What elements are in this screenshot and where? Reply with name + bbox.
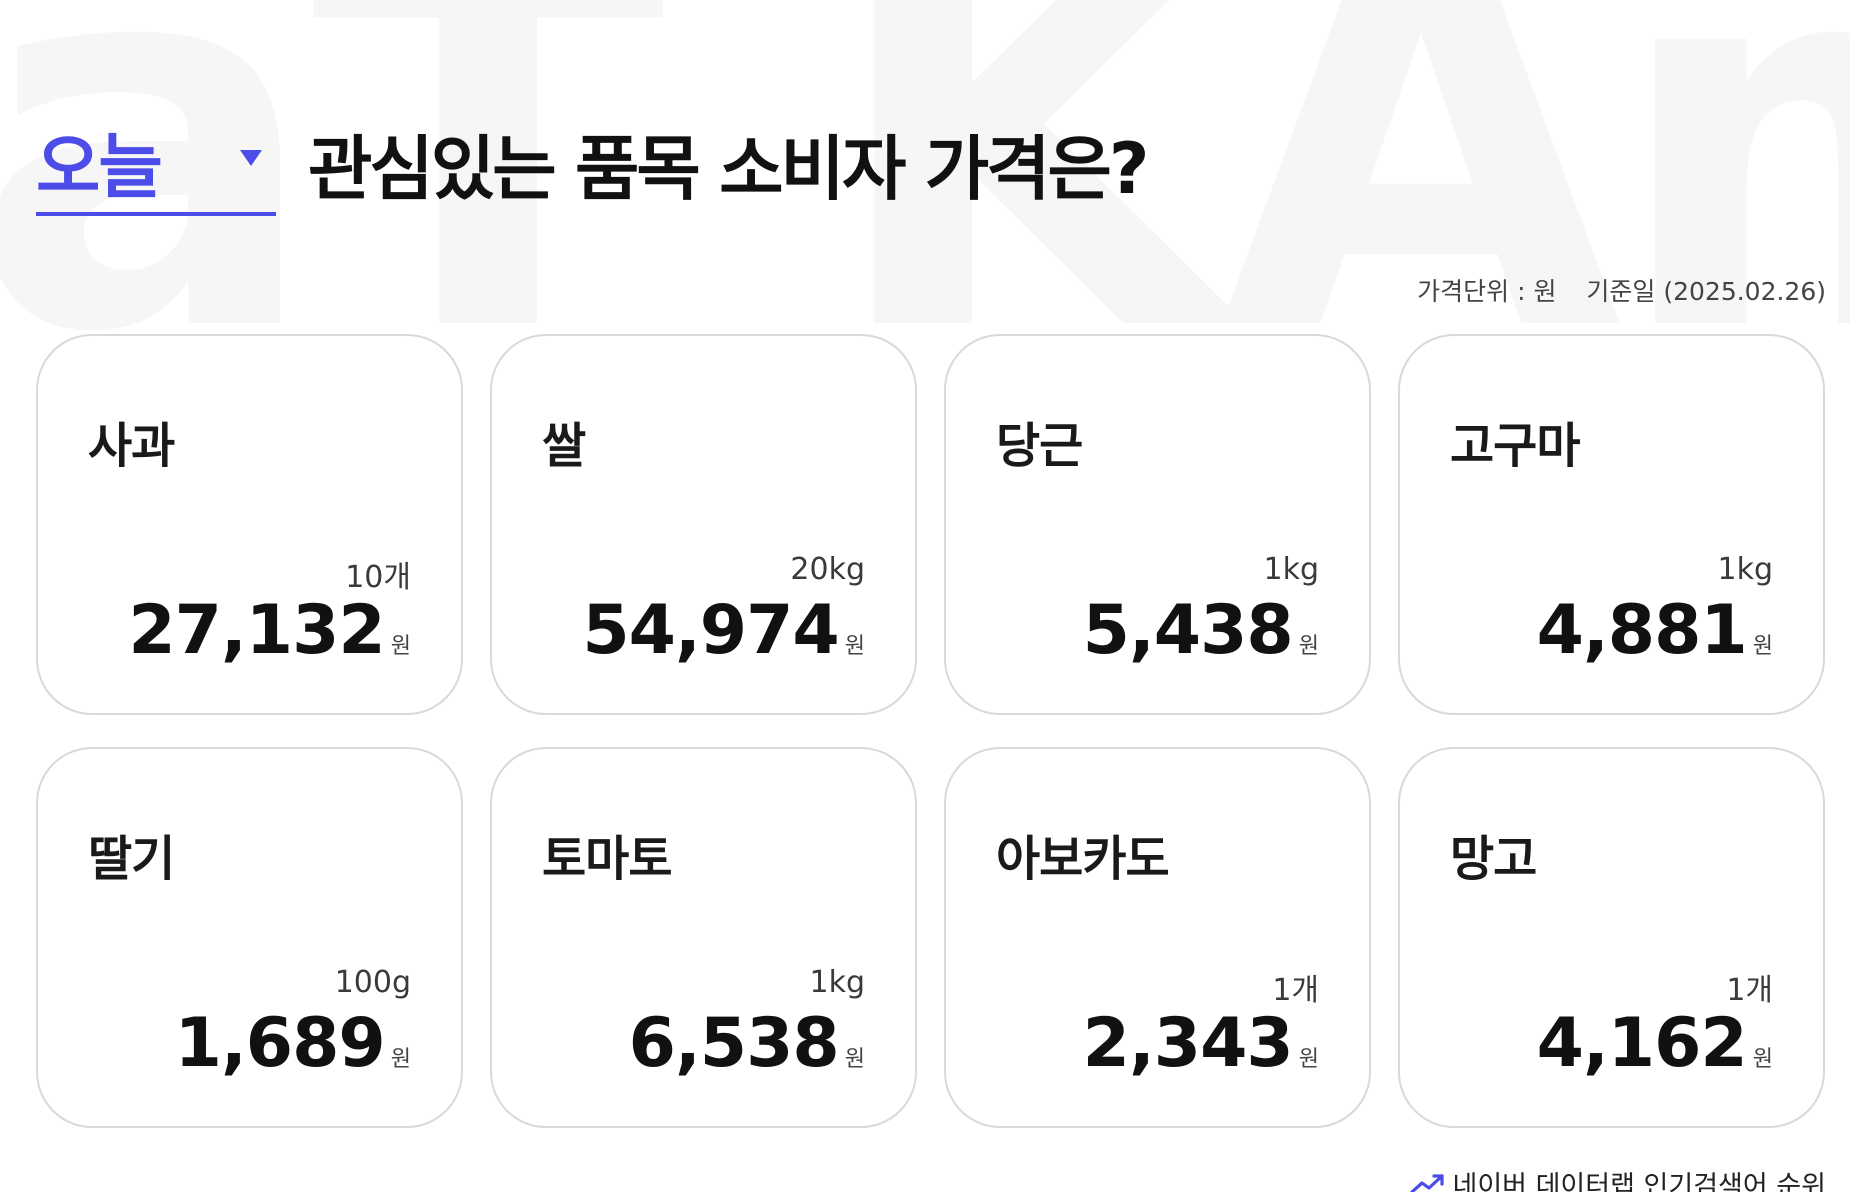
item-name: 사과 <box>88 418 175 474</box>
currency-label: 원 <box>1298 634 1319 659</box>
item-price: 1,689 <box>174 1004 386 1083</box>
item-unit: 1개 <box>1272 973 1319 1008</box>
item-price: 4,162 <box>1536 1004 1748 1083</box>
item-name: 망고 <box>1450 831 1537 887</box>
price-row: 27,132 원 <box>128 591 411 670</box>
price-card-grid: 사과 10개 27,132 원 쌀 20kg 54,974 원 당근 1kg 5… <box>36 334 1826 1128</box>
item-unit: 1kg <box>1263 552 1319 587</box>
price-card[interactable]: 사과 10개 27,132 원 <box>36 334 463 715</box>
item-price: 54,974 <box>582 591 839 670</box>
currency-label: 원 <box>390 1047 411 1072</box>
price-card[interactable]: 당근 1kg 5,438 원 <box>944 334 1371 715</box>
price-row: 54,974 원 <box>582 591 865 670</box>
item-price: 4,881 <box>1536 591 1748 670</box>
naver-datalab-label: 네이버 데이터랩 인기검색어 순위 <box>1452 1171 1826 1192</box>
item-price: 5,438 <box>1082 591 1294 670</box>
item-price: 6,538 <box>628 1004 840 1083</box>
price-card[interactable]: 토마토 1kg 6,538 원 <box>490 747 917 1128</box>
price-unit-note: 가격단위 : 원 <box>1417 277 1557 306</box>
price-card[interactable]: 딸기 100g 1,689 원 <box>36 747 463 1128</box>
period-selected-value: 오늘 <box>36 125 163 208</box>
item-name: 토마토 <box>542 831 672 887</box>
price-row: 4,881 원 <box>1537 591 1773 670</box>
currency-label: 원 <box>1752 1047 1773 1072</box>
item-unit: 10개 <box>345 560 411 595</box>
price-card[interactable]: 망고 1개 4,162 원 <box>1398 747 1825 1128</box>
item-unit: 20kg <box>790 552 865 587</box>
caret-down-icon <box>240 150 262 166</box>
naver-datalab-link[interactable]: 네이버 데이터랩 인기검색어 순위 <box>1410 1164 1826 1192</box>
item-unit: 100g <box>334 965 411 1000</box>
page-title: 관심있는 품목 소비자 가격은? <box>308 127 1150 210</box>
price-card[interactable]: 아보카도 1개 2,343 원 <box>944 747 1371 1128</box>
item-name: 딸기 <box>88 831 175 887</box>
currency-label: 원 <box>844 1047 865 1072</box>
item-name: 아보카도 <box>996 831 1170 887</box>
header: 오늘 관심있는 품목 소비자 가격은? <box>36 108 1150 218</box>
currency-label: 원 <box>1752 634 1773 659</box>
price-card[interactable]: 고구마 1kg 4,881 원 <box>1398 334 1825 715</box>
price-row: 4,162 원 <box>1537 1004 1773 1083</box>
price-row: 5,438 원 <box>1083 591 1319 670</box>
currency-label: 원 <box>1298 1047 1319 1072</box>
item-price: 27,132 <box>128 591 385 670</box>
price-dashboard: aT KAmis 오늘 관심있는 품목 소비자 가격은? 가격단위 : 원 기준… <box>0 0 1850 1192</box>
item-name: 고구마 <box>1450 418 1580 474</box>
currency-label: 원 <box>844 634 865 659</box>
item-unit: 1kg <box>809 965 865 1000</box>
item-price: 2,343 <box>1082 1004 1294 1083</box>
item-name: 당근 <box>996 418 1083 474</box>
item-unit: 1개 <box>1726 973 1773 1008</box>
item-unit: 1kg <box>1717 552 1773 587</box>
price-row: 2,343 원 <box>1083 1004 1319 1083</box>
price-card[interactable]: 쌀 20kg 54,974 원 <box>490 334 917 715</box>
price-row: 6,538 원 <box>629 1004 865 1083</box>
item-name: 쌀 <box>542 418 586 474</box>
currency-label: 원 <box>390 634 411 659</box>
trending-up-icon <box>1410 1173 1445 1192</box>
price-meta: 가격단위 : 원 기준일 (2025.02.26) <box>1417 272 1826 308</box>
reference-date: 기준일 (2025.02.26) <box>1586 277 1826 306</box>
period-dropdown[interactable]: 오늘 <box>36 110 276 216</box>
price-row: 1,689 원 <box>175 1004 411 1083</box>
